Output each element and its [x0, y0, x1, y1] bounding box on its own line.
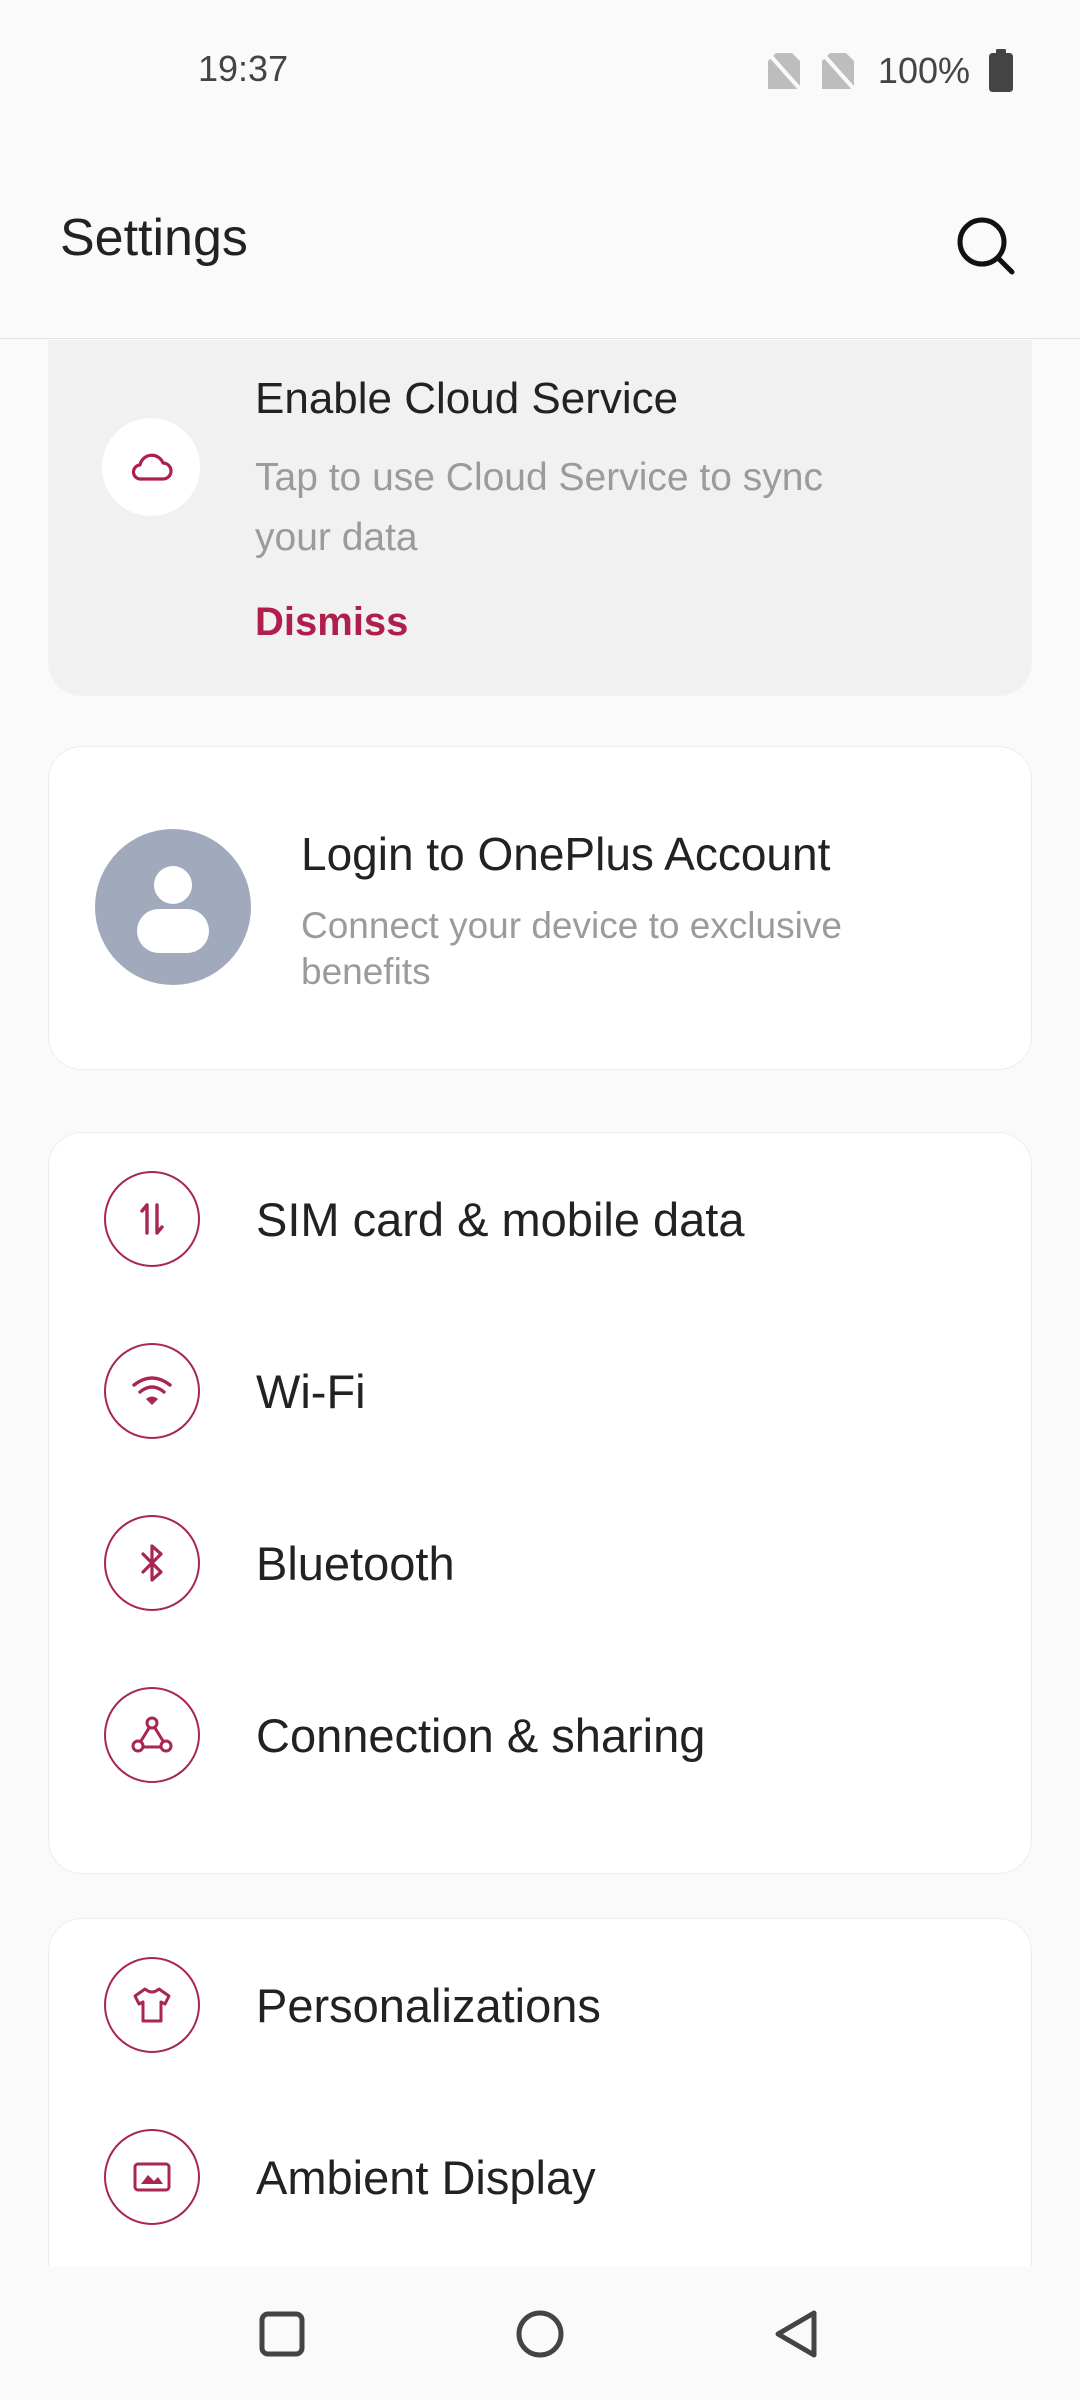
battery-percent: 100% — [877, 50, 970, 91]
connection-sharing-label: Connection & sharing — [256, 1708, 706, 1762]
recents-button[interactable] — [242, 2294, 322, 2374]
battery-full-icon — [989, 49, 1013, 92]
navigation-bar — [0, 2266, 1080, 2400]
status-time: 19:37 — [198, 48, 289, 89]
search-button[interactable] — [950, 210, 1022, 282]
wifi-item[interactable]: Wi-Fi — [49, 1305, 1033, 1477]
home-button[interactable] — [500, 2294, 580, 2374]
wifi-label: Wi-Fi — [256, 1364, 366, 1418]
cloud-icon — [131, 453, 173, 481]
search-icon — [957, 217, 1015, 275]
no-sim-icon — [766, 51, 802, 91]
settings-list[interactable]: Enable Cloud Service Tap to use Cloud Se… — [0, 340, 1080, 2266]
cloud-service-title: Enable Cloud Service — [255, 374, 679, 423]
bluetooth-label: Bluetooth — [256, 1536, 455, 1590]
display-group: Personalizations Ambient Display — [48, 1918, 1032, 2266]
back-icon — [775, 2310, 817, 2358]
personalizations-item[interactable]: Personalizations — [49, 1919, 1033, 2091]
status-bar: 19:37 100% — [0, 0, 1080, 140]
dismiss-button[interactable]: Dismiss — [255, 600, 408, 645]
bluetooth-icon — [104, 1515, 200, 1611]
oneplus-account-card[interactable]: Login to OnePlus Account Connect your de… — [48, 746, 1032, 1070]
connection-sharing-icon — [104, 1687, 200, 1783]
ambient-display-label: Ambient Display — [256, 2150, 596, 2204]
status-icons: 100% — [766, 48, 1014, 94]
sim-card-mobile-data-label: SIM card & mobile data — [256, 1192, 745, 1246]
cloud-icon-badge — [102, 418, 200, 516]
account-subtitle: Connect your device to exclusive benefit… — [301, 905, 842, 992]
shirt-icon — [104, 1957, 200, 2053]
ambient-display-icon — [104, 2129, 200, 2225]
no-sim-icon — [820, 51, 856, 91]
cloud-service-card[interactable]: Enable Cloud Service Tap to use Cloud Se… — [48, 340, 1032, 696]
ambient-display-item[interactable]: Ambient Display — [49, 2091, 1033, 2263]
avatar — [95, 829, 251, 985]
back-button[interactable] — [758, 2294, 838, 2374]
bluetooth-item[interactable]: Bluetooth — [49, 1477, 1033, 1649]
page-title: Settings — [60, 209, 248, 267]
mobile-data-icon — [104, 1171, 200, 1267]
connectivity-group: SIM card & mobile data Wi-Fi Bluetooth C… — [48, 1132, 1032, 1874]
connection-sharing-item[interactable]: Connection & sharing — [49, 1649, 1033, 1821]
home-icon — [516, 2310, 564, 2358]
wifi-icon — [104, 1343, 200, 1439]
avatar-icon — [137, 866, 209, 953]
account-title: Login to OnePlus Account — [301, 828, 831, 880]
personalizations-label: Personalizations — [256, 1978, 601, 2032]
app-bar: Settings — [0, 140, 1080, 339]
sim-card-mobile-data-item[interactable]: SIM card & mobile data — [49, 1133, 1033, 1305]
cloud-service-subtitle: Tap to use Cloud Service to sync your da… — [255, 456, 823, 559]
recents-icon — [259, 2311, 305, 2357]
